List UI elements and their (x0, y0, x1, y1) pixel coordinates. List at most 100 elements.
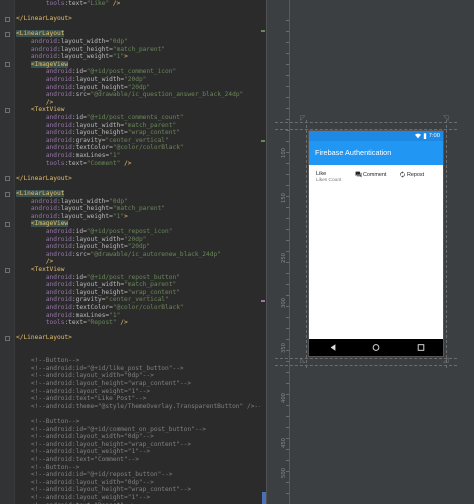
ruler-tick (286, 53, 289, 54)
comment-label: Comment (363, 171, 387, 178)
ruler-tick (286, 449, 289, 450)
guide-line (275, 122, 457, 123)
code-token: :text= (64, 159, 87, 167)
ruler-tick (286, 229, 289, 230)
code-token: <!--android:layout_weight="1"--> (30, 494, 151, 501)
repost-label: Repost (407, 171, 425, 178)
code-token: /> (45, 258, 54, 266)
code-token: <!--Button--> (30, 418, 80, 425)
code-token: <!--android:theme="@style/ThemeOverlay.T… (30, 402, 266, 410)
code-token: :layout_weight= (56, 212, 113, 220)
likes-count-label: Likes Count (316, 178, 342, 183)
fold-marker-icon[interactable] (5, 107, 10, 113)
code-token: <!--android:layout_width="0dp"--> (30, 478, 154, 486)
code-token: <!--android:id="@+id/comment_on_post_but… (30, 425, 206, 433)
code-token: > (124, 53, 128, 61)
ruler-tick (286, 405, 289, 406)
ruler-tick (286, 460, 289, 461)
code-token: android (45, 121, 72, 129)
system-nav-bar (309, 339, 443, 356)
like-label[interactable]: Like (316, 171, 326, 177)
ruler-tick (286, 416, 289, 417)
code-line[interactable]: </LinearLayout> (16, 334, 72, 342)
resize-handle-icon[interactable]: ◸ (300, 114, 305, 122)
ruler-label: 350 (281, 343, 287, 353)
code-line[interactable]: tools:text="Repost" /> (16, 319, 128, 327)
nav-home-icon[interactable] (372, 343, 380, 352)
code-token: <LinearLayout (16, 30, 65, 38)
fold-marker-icon[interactable] (5, 221, 10, 227)
code-token: android (45, 273, 72, 281)
vertical-ruler: 100 150 250 300 350 400 450 500 (279, 0, 290, 504)
ruler-label: 150 (281, 193, 287, 203)
code-token: /> (120, 159, 132, 167)
ruler-tick (286, 339, 289, 340)
code-token: tools (45, 159, 65, 167)
device-preview[interactable]: 7:00 Firebase Authentication Like Likes … (309, 131, 443, 356)
code-token: :src= (71, 91, 91, 99)
code-token: "1" (109, 152, 121, 159)
code-token: <!--android:id="@+id/like_post_button"--… (30, 364, 184, 372)
guide-line (275, 365, 457, 366)
code-token: android (45, 288, 72, 296)
code-token: "20dp" (124, 76, 147, 83)
ruler-tick (286, 86, 289, 87)
code-token: "@drawable/ic_autorenew_black_24dp" (90, 250, 221, 258)
editor-gutter[interactable] (0, 0, 15, 504)
xml-code-editor[interactable]: tools:text="Like" /> </LinearLayout> <Line… (0, 0, 266, 504)
code-token: </LinearLayout> (16, 174, 72, 182)
fold-marker-icon[interactable] (5, 335, 10, 341)
code-token: android (45, 311, 72, 319)
ruler-tick (286, 207, 289, 208)
code-line[interactable]: tools:text="Comment" /> (16, 160, 132, 168)
code-token: android (30, 45, 57, 53)
fold-marker-icon[interactable] (5, 267, 10, 273)
resize-handle-icon[interactable]: ◿ (443, 356, 448, 364)
code-token: android (45, 152, 72, 159)
code-token: android (45, 281, 72, 289)
code-line[interactable]: tools:text="Like" /> (16, 0, 121, 8)
fold-marker-icon[interactable] (5, 176, 10, 182)
ruler-tick (286, 20, 289, 21)
code-token: "0dp" (109, 197, 128, 205)
code-token: </LinearLayout> (16, 15, 72, 23)
code-token: :id= (71, 273, 87, 281)
code-line[interactable]: <!--android:theme="@style/ThemeOverlay.T… (16, 403, 266, 411)
code-token: <!--android:layout_width="0dp"--> (30, 372, 154, 380)
code-token: :text= (64, 319, 87, 327)
code-token: :id= (71, 114, 87, 121)
autorenew-icon (400, 171, 405, 178)
ruler-tick (286, 295, 289, 296)
code-token: :layout_width= (71, 281, 125, 289)
comment-action[interactable]: Comment (355, 171, 386, 178)
nav-recents-icon[interactable] (417, 343, 425, 352)
code-token: android (30, 53, 57, 61)
fold-marker-icon[interactable] (5, 31, 10, 37)
code-token: android (45, 228, 72, 235)
code-token: :layout_height= (71, 129, 128, 137)
code-token: tools (45, 319, 65, 327)
ruler-tick (286, 240, 289, 241)
code-token: "0dp" (109, 38, 128, 45)
ruler-tick (286, 328, 289, 329)
nav-back-icon[interactable] (329, 343, 337, 352)
ruler-tick (286, 130, 289, 131)
ruler-tick (286, 108, 289, 109)
code-token: :src= (71, 250, 91, 258)
fold-marker-icon[interactable] (5, 62, 10, 68)
fold-marker-icon[interactable] (5, 16, 10, 22)
code-line[interactable]: </LinearLayout> (16, 15, 72, 23)
code-token: android (45, 68, 72, 76)
ruler-tick (286, 317, 289, 318)
code-line[interactable]: </LinearLayout> (16, 175, 72, 183)
repost-action[interactable]: Repost (399, 171, 424, 178)
status-bar: 7:00 (309, 131, 443, 141)
resize-handle-icon[interactable]: ◹ (443, 114, 448, 122)
resize-handle-icon[interactable]: ◺ (300, 356, 305, 364)
code-token: :text= (64, 0, 87, 7)
code-token: :layout_height= (56, 45, 113, 53)
fold-marker-icon[interactable] (5, 191, 10, 197)
code-token: "20dp" (124, 235, 147, 243)
code-token: "@drawable/ic_question_answer_black_24dp… (90, 91, 244, 99)
code-token: android (45, 136, 72, 144)
